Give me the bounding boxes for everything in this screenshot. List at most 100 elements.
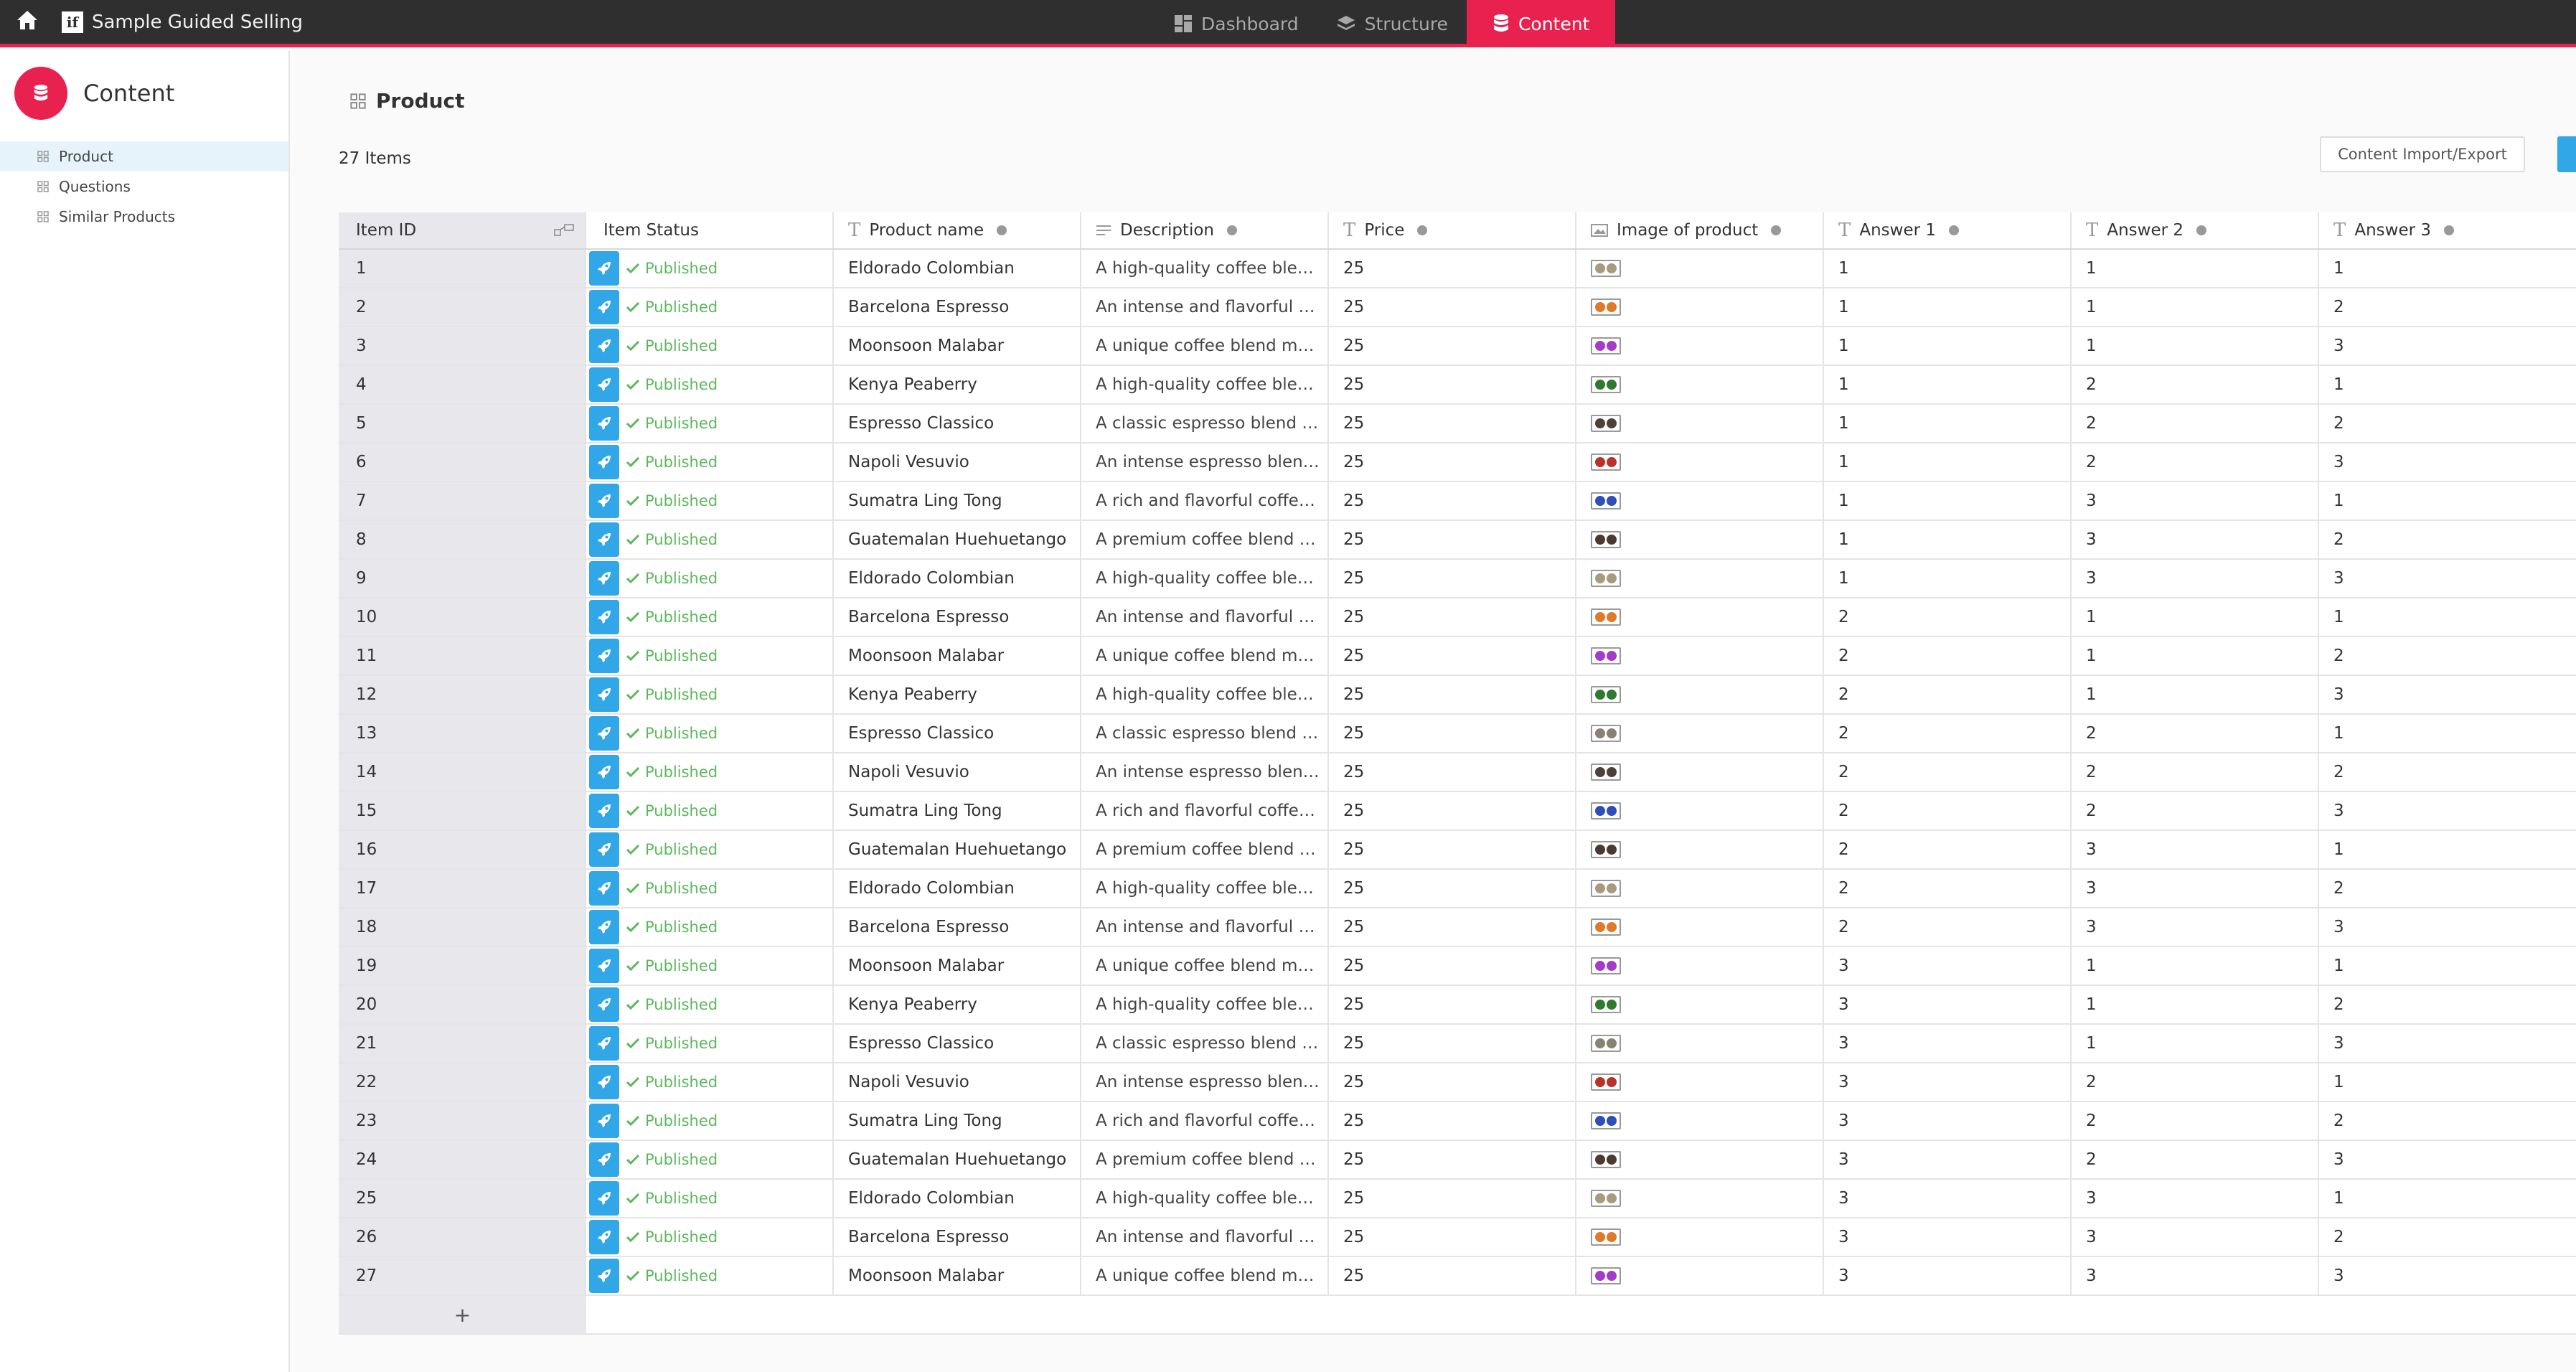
table-row[interactable]: 2 Published Barcelona Espresso An intense a…: [339, 288, 2576, 327]
item-status-cell[interactable]: Published: [586, 1218, 834, 1256]
table-row[interactable]: 20 Published Kenya Peaberry A high-quality …: [339, 986, 2576, 1025]
publish-button[interactable]: [589, 251, 619, 286]
answer-2-cell[interactable]: 1: [2072, 598, 2319, 636]
item-id-cell[interactable]: 2: [339, 288, 586, 326]
product-name-cell[interactable]: Moonsoon Malabar: [834, 327, 1081, 365]
image-cell[interactable]: [1576, 443, 1824, 481]
image-cell[interactable]: [1576, 715, 1824, 752]
item-status-cell[interactable]: Published: [586, 327, 834, 365]
table-row[interactable]: 25 Published Eldorado Colombian A high-qual…: [339, 1180, 2576, 1218]
answer-3-cell[interactable]: 3: [2319, 327, 2576, 365]
price-cell[interactable]: 25: [1329, 598, 1576, 636]
price-cell[interactable]: 25: [1329, 753, 1576, 791]
item-status-cell[interactable]: Published: [586, 947, 834, 985]
product-image-thumbnail[interactable]: [1591, 647, 1621, 664]
product-name-cell[interactable]: Barcelona Espresso: [834, 598, 1081, 636]
description-cell[interactable]: A premium coffee blend …: [1081, 521, 1329, 558]
item-status-cell[interactable]: Published: [586, 637, 834, 675]
description-cell[interactable]: A high-quality coffee ble…: [1081, 560, 1329, 597]
answer-2-cell[interactable]: 1: [2072, 947, 2319, 985]
price-cell[interactable]: 25: [1329, 870, 1576, 907]
answer-1-cell[interactable]: 3: [1824, 1141, 2072, 1178]
price-cell[interactable]: 25: [1329, 908, 1576, 946]
description-cell[interactable]: A high-quality coffee ble…: [1081, 1180, 1329, 1217]
column-header-answer-1[interactable]: T Answer 1: [1824, 212, 2072, 248]
description-cell[interactable]: A rich and flavorful coffe…: [1081, 792, 1329, 830]
sidebar-item-product[interactable]: Product: [0, 141, 288, 172]
image-cell[interactable]: [1576, 676, 1824, 713]
item-status-cell[interactable]: Published: [586, 908, 834, 946]
product-name-cell[interactable]: Espresso Classico: [834, 715, 1081, 752]
item-id-cell[interactable]: 14: [339, 753, 586, 791]
answer-3-cell[interactable]: 2: [2319, 986, 2576, 1023]
answer-2-cell[interactable]: 3: [2072, 521, 2319, 558]
item-id-cell[interactable]: 13: [339, 715, 586, 752]
item-id-cell[interactable]: 23: [339, 1102, 586, 1140]
answer-2-cell[interactable]: 2: [2072, 715, 2319, 752]
item-status-cell[interactable]: Published: [586, 715, 834, 752]
product-image-thumbnail[interactable]: [1591, 570, 1621, 587]
product-name-cell[interactable]: Sumatra Ling Tong: [834, 1102, 1081, 1140]
item-id-cell[interactable]: 22: [339, 1063, 586, 1101]
description-cell[interactable]: A unique coffee blend m…: [1081, 637, 1329, 675]
image-cell[interactable]: [1576, 482, 1824, 520]
info-icon[interactable]: [2196, 225, 2206, 235]
product-image-thumbnail[interactable]: [1591, 996, 1621, 1013]
description-cell[interactable]: An intense and flavorful …: [1081, 288, 1329, 326]
answer-1-cell[interactable]: 1: [1824, 327, 2072, 365]
product-image-thumbnail[interactable]: [1591, 918, 1621, 936]
description-cell[interactable]: A high-quality coffee ble…: [1081, 986, 1329, 1023]
item-status-cell[interactable]: Published: [586, 521, 834, 558]
publish-button[interactable]: [589, 1104, 619, 1138]
product-image-thumbnail[interactable]: [1591, 299, 1621, 316]
product-image-thumbnail[interactable]: [1591, 725, 1621, 742]
answer-2-cell[interactable]: 3: [2072, 482, 2319, 520]
image-cell[interactable]: [1576, 986, 1824, 1023]
publish-button[interactable]: [589, 755, 619, 789]
product-name-cell[interactable]: Sumatra Ling Tong: [834, 482, 1081, 520]
description-cell[interactable]: An intense espresso blen…: [1081, 1063, 1329, 1101]
answer-2-cell[interactable]: 2: [2072, 792, 2319, 830]
product-image-thumbnail[interactable]: [1591, 454, 1621, 471]
publish-button[interactable]: [589, 329, 619, 363]
product-name-cell[interactable]: Barcelona Espresso: [834, 908, 1081, 946]
table-row[interactable]: 17 Published Eldorado Colombian A high-qual…: [339, 870, 2576, 908]
nav-dashboard[interactable]: Dashboard: [1155, 0, 1317, 47]
product-name-cell[interactable]: Barcelona Espresso: [834, 288, 1081, 326]
answer-2-cell[interactable]: 3: [2072, 1218, 2319, 1256]
column-header-answer-3[interactable]: T Answer 3: [2319, 212, 2576, 248]
answer-1-cell[interactable]: 2: [1824, 676, 2072, 713]
product-name-cell[interactable]: Guatemalan Huehuetango: [834, 1141, 1081, 1178]
publish-button[interactable]: [589, 1065, 619, 1099]
item-id-cell[interactable]: 15: [339, 792, 586, 830]
answer-3-cell[interactable]: 2: [2319, 521, 2576, 558]
item-status-cell[interactable]: Published: [586, 831, 834, 868]
item-status-cell[interactable]: Published: [586, 676, 834, 713]
description-cell[interactable]: A unique coffee blend m…: [1081, 327, 1329, 365]
description-cell[interactable]: An intense and flavorful …: [1081, 908, 1329, 946]
price-cell[interactable]: 25: [1329, 792, 1576, 830]
item-status-cell[interactable]: Published: [586, 288, 834, 326]
item-id-cell[interactable]: 21: [339, 1025, 586, 1062]
answer-3-cell[interactable]: 3: [2319, 792, 2576, 830]
column-header-product-name[interactable]: T Product name: [834, 212, 1081, 248]
answer-2-cell[interactable]: 2: [2072, 405, 2319, 442]
home-button[interactable]: [14, 7, 40, 33]
item-status-cell[interactable]: Published: [586, 405, 834, 442]
app-title[interactable]: Sample Guided Selling: [92, 10, 303, 34]
item-id-cell[interactable]: 12: [339, 676, 586, 713]
table-row[interactable]: 13 Published Espresso Classico A classic es…: [339, 715, 2576, 753]
item-id-cell[interactable]: 19: [339, 947, 586, 985]
answer-1-cell[interactable]: 2: [1824, 831, 2072, 868]
publish-button[interactable]: [589, 987, 619, 1022]
image-cell[interactable]: [1576, 598, 1824, 636]
answer-3-cell[interactable]: 3: [2319, 560, 2576, 597]
table-row[interactable]: 5 Published Espresso Classico A classic esp…: [339, 405, 2576, 443]
product-name-cell[interactable]: Napoli Vesuvio: [834, 443, 1081, 481]
price-cell[interactable]: 25: [1329, 831, 1576, 868]
item-status-cell[interactable]: Published: [586, 1257, 834, 1295]
item-id-cell[interactable]: 1: [339, 250, 586, 287]
answer-2-cell[interactable]: 1: [2072, 676, 2319, 713]
answer-3-cell[interactable]: 1: [2319, 831, 2576, 868]
product-name-cell[interactable]: Moonsoon Malabar: [834, 637, 1081, 675]
